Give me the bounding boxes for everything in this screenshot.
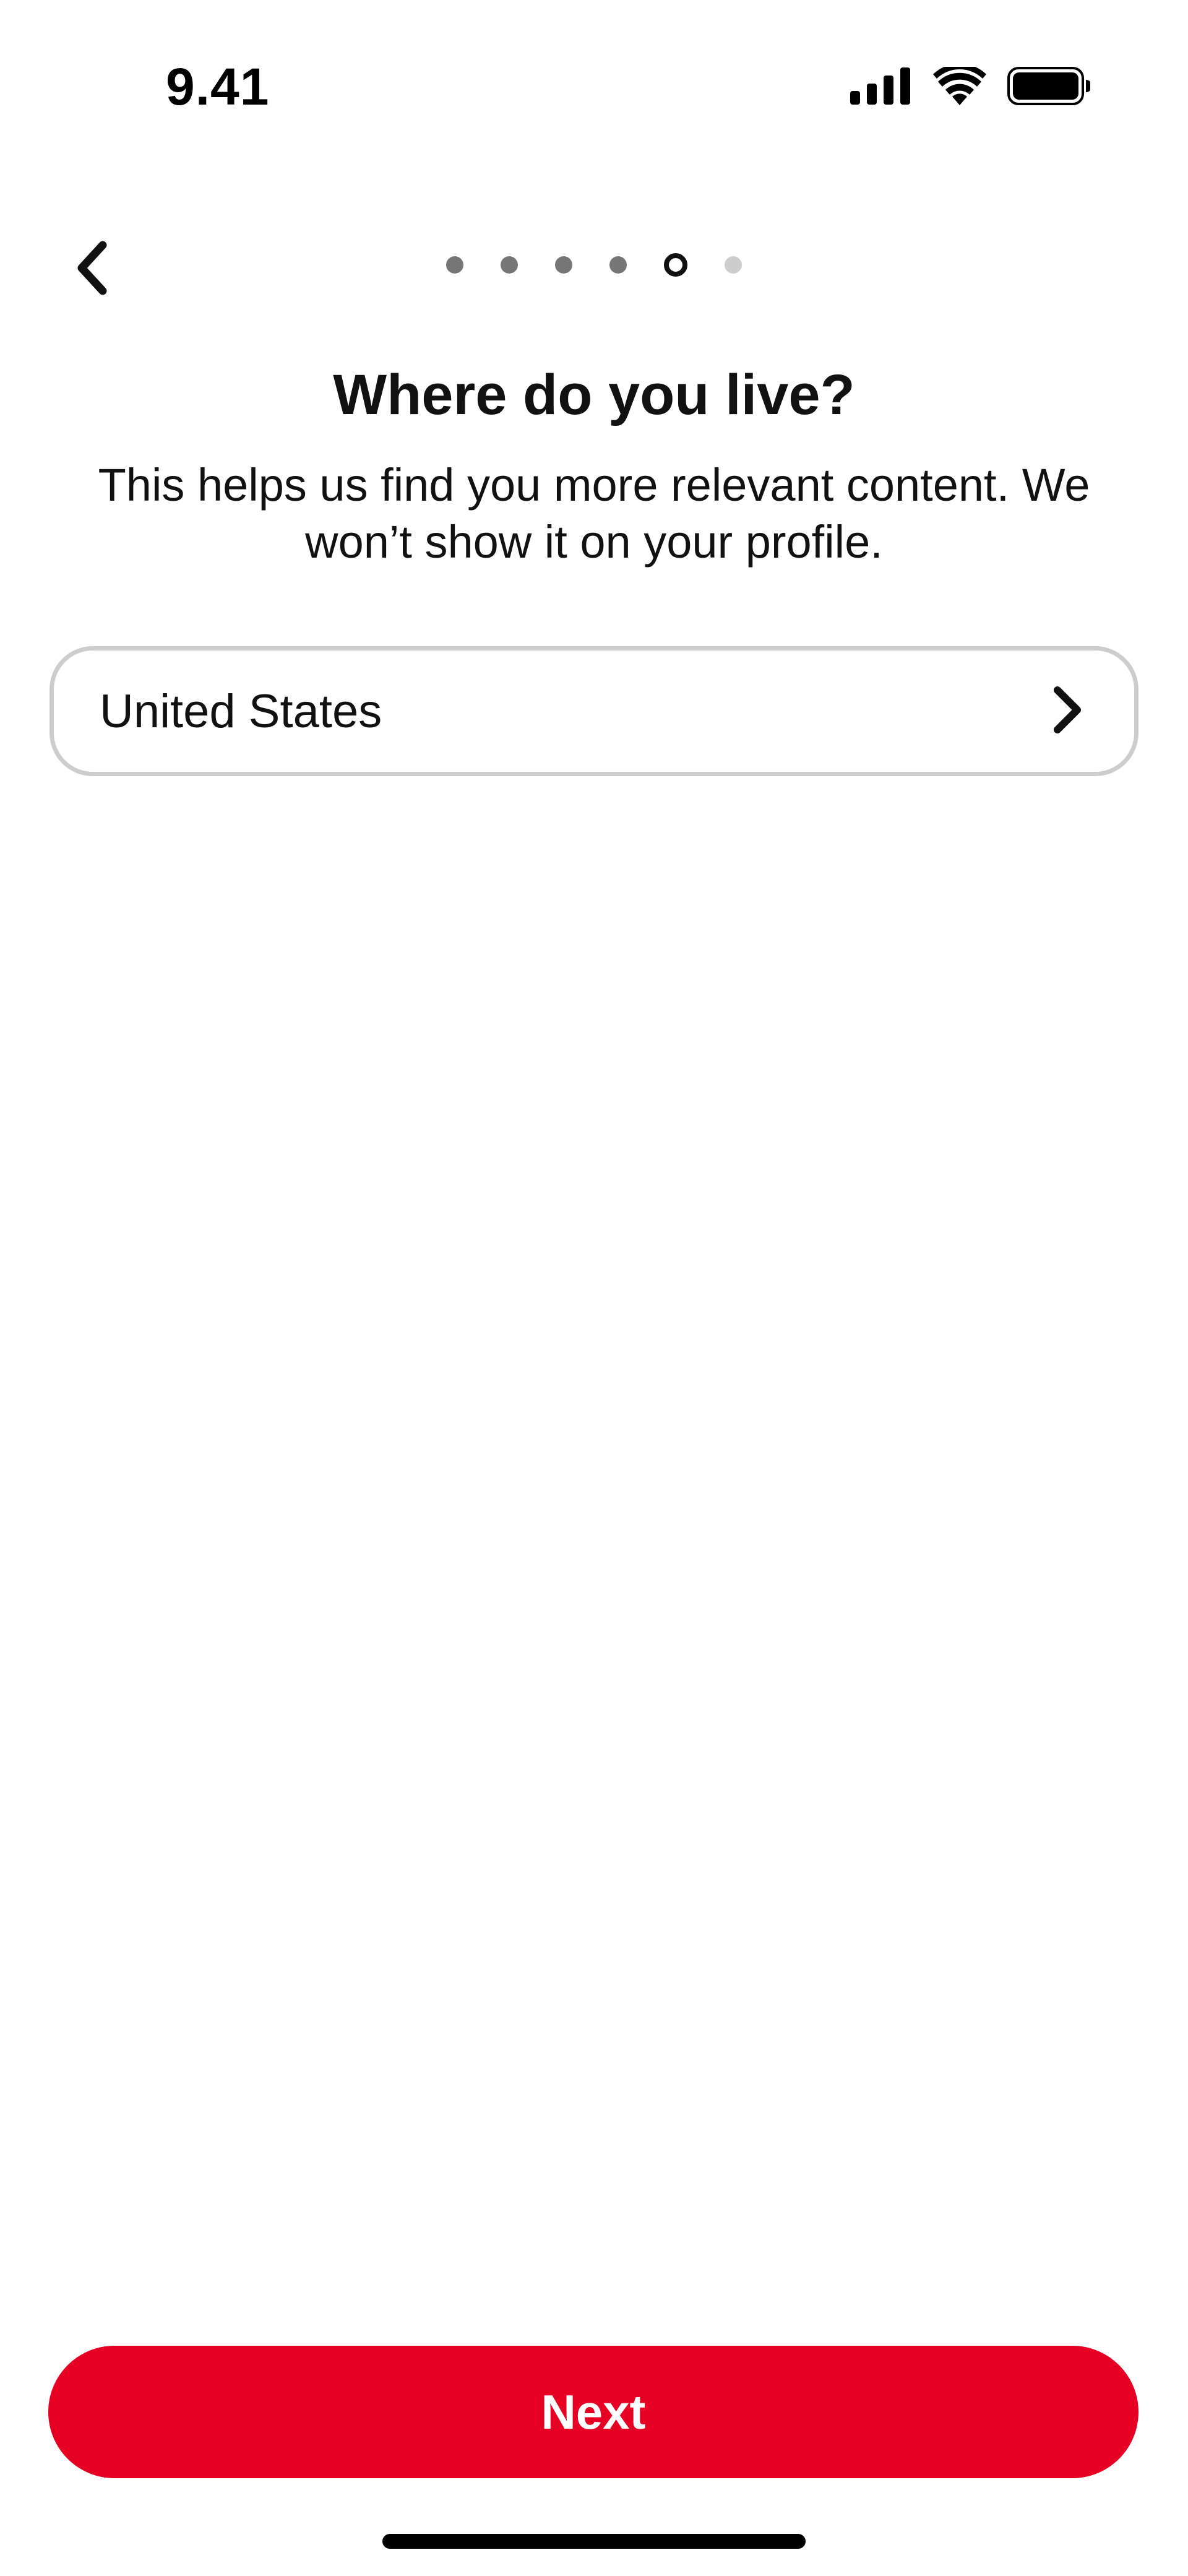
country-select[interactable]: United States: [50, 646, 1138, 776]
wifi-icon: [933, 63, 986, 108]
progress-dot: [555, 256, 572, 274]
next-button[interactable]: Next: [48, 2346, 1138, 2478]
chevron-right-icon: [1050, 685, 1085, 738]
page-title: Where do you live?: [333, 363, 855, 426]
progress-dot-current: [664, 253, 687, 277]
progress-dot: [501, 256, 518, 274]
progress-dot: [609, 256, 627, 274]
country-value: United States: [100, 685, 382, 738]
status-icons: [850, 63, 1092, 108]
onboarding-screen: 9.41 Where do you live? This helps us fi…: [0, 0, 1188, 2576]
progress-indicator: [0, 253, 1188, 277]
home-indicator: [382, 2534, 806, 2549]
status-time: 9.41: [166, 58, 270, 116]
page-subtitle: This helps us find you more relevant con…: [98, 459, 1090, 568]
progress-dot: [725, 256, 742, 274]
progress-dot: [446, 256, 463, 274]
cellular-signal-icon: [850, 67, 912, 108]
battery-icon: [1007, 67, 1092, 108]
